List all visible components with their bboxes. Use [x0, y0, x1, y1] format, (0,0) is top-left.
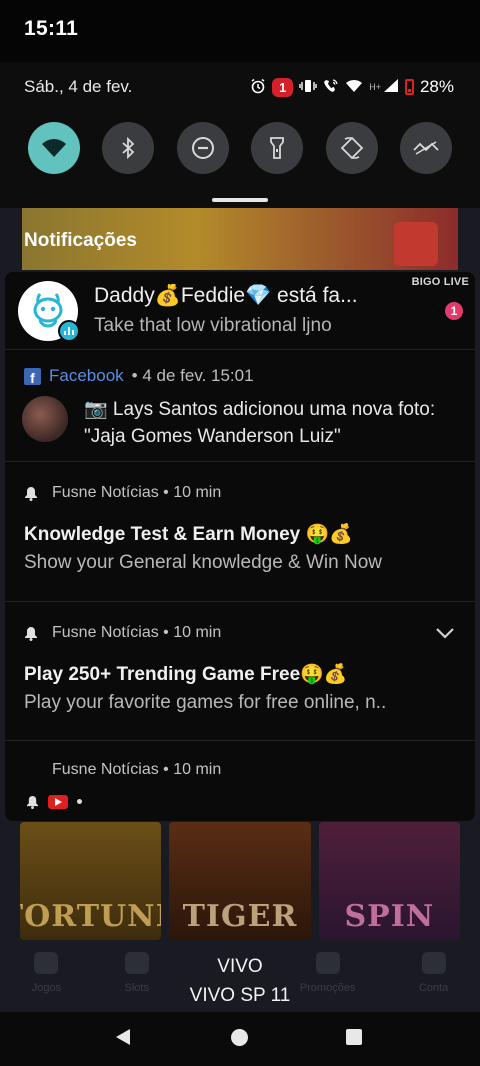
quick-tiles-row [28, 122, 452, 174]
game-tiles: FORTUNE TIGER SPIN [20, 822, 460, 940]
do-not-disturb-tile[interactable] [176, 122, 229, 174]
more-dot-icon [77, 799, 82, 804]
wifi-tile[interactable] [28, 122, 80, 174]
collapsed-notifications[interactable]: Fusne Notícias • 10 min [5, 741, 475, 821]
more-notifications-row[interactable] [25, 794, 82, 809]
game-tile: SPIN [318, 822, 460, 940]
data-saver-tile[interactable] [399, 122, 452, 174]
bluetooth-tile[interactable] [102, 122, 155, 174]
quick-settings-header: Sáb., 4 de fev. 1 H+ 28% [24, 77, 454, 101]
game-tile-label: TIGER [182, 899, 298, 934]
notification-app-name: Fusne Notícias [52, 484, 159, 501]
game-tile: FORTUNE [20, 822, 162, 940]
quick-settings-panel: Sáb., 4 de fev. 1 H+ 28% [0, 62, 480, 208]
auto-rotate-tile[interactable] [325, 122, 378, 174]
bell-icon [25, 794, 39, 809]
status-bar: 15:11 [0, 0, 480, 62]
notification-header: Fusne Notícias • 10 min [24, 624, 221, 642]
battery-icon [404, 79, 414, 95]
data-saver-icon [413, 141, 439, 155]
facebook-notification[interactable]: f Facebook • 4 de fev. 15:01 📷 Lays Sant… [5, 350, 475, 462]
auto-rotate-icon [340, 136, 363, 160]
system-icons: 1 H+ 28% [250, 77, 454, 97]
game-tile-label: FORTUNE [20, 899, 161, 934]
flashlight-tile[interactable] [251, 122, 304, 174]
notification-text: 📷 Lays Santos adicionou uma nova foto: "… [84, 399, 436, 447]
do-not-disturb-icon [191, 137, 214, 159]
notification-title: Daddy💰Feddie💎 está fa... [94, 284, 358, 307]
navigation-bar [0, 1012, 480, 1066]
bigo-live-notification[interactable]: Daddy💰Feddie💎 está fa... Take that low v… [5, 272, 475, 350]
bell-icon [24, 486, 38, 501]
bluetooth-icon [122, 137, 135, 159]
notification-text: Show your General knowledge & Win Now [24, 552, 383, 573]
wifi-icon [42, 139, 66, 157]
notification-time: • 10 min [163, 484, 222, 501]
facebook-icon: f [24, 367, 41, 385]
notification-time: • 10 min [163, 624, 222, 641]
signal-icon [383, 78, 399, 96]
notification-count: 1 [445, 302, 463, 320]
carrier-line-2: VIVO SP 11 [189, 985, 291, 1006]
date-label[interactable]: Sáb., 4 de fev. [24, 77, 132, 96]
wifi-calling-icon [323, 78, 339, 97]
vibrate-icon [299, 79, 317, 96]
battery-percent: 28% [419, 77, 454, 96]
notification-time: • 10 min [163, 761, 222, 778]
fusne-notification[interactable]: Fusne Notícias • 10 min Knowledge Test &… [5, 462, 475, 602]
network-type-label: H+ [369, 82, 381, 92]
notification-header: f Facebook • 4 de fev. 15:01 [24, 366, 254, 386]
carrier-line-1: VIVO [217, 956, 263, 977]
notification-header: Fusne Notícias • 10 min [52, 761, 221, 779]
notification-app-name: Fusne Notícias [52, 624, 159, 641]
notification-app-name: Facebook [49, 366, 124, 385]
notification-text: Play your favorite games for free online… [24, 692, 387, 713]
notification-list: Daddy💰Feddie💎 está fa... Take that low v… [5, 272, 475, 821]
notification-time: • 4 de fev. 15:01 [131, 366, 254, 385]
notification-text: Take that low vibrational ljno [94, 315, 332, 336]
carrier-info: VIVO VIVO SP 11 [0, 952, 480, 1010]
expand-chevron-icon[interactable] [435, 626, 455, 640]
game-tile: TIGER [169, 822, 311, 940]
live-badge-icon [58, 320, 80, 342]
bell-icon [24, 626, 38, 641]
gift-icon [394, 222, 438, 266]
bigo-live-avatar [18, 281, 80, 342]
notification-title: Play 250+ Trending Game Free🤑💰 [24, 664, 348, 685]
sender-avatar [22, 396, 68, 442]
flashlight-icon [270, 137, 285, 159]
wifi-status-icon [345, 79, 363, 96]
notification-count-badge: 1 [272, 77, 294, 97]
notification-app-name: BIGO LIVE [411, 276, 469, 288]
youtube-icon [48, 794, 68, 809]
clock: 15:11 [24, 17, 79, 40]
fusne-notification[interactable]: Fusne Notícias • 10 min Play 250+ Trendi… [5, 602, 475, 741]
alarm-icon [250, 78, 266, 97]
drag-handle[interactable] [212, 198, 268, 202]
back-button[interactable] [114, 1027, 132, 1047]
home-button[interactable] [231, 1029, 248, 1046]
notification-title: Knowledge Test & Earn Money 🤑💰 [24, 524, 353, 545]
notification-header: Fusne Notícias • 10 min [24, 484, 221, 502]
notification-app-name: Fusne Notícias [52, 761, 159, 778]
game-tile-label: SPIN [344, 899, 435, 934]
recents-button[interactable] [346, 1029, 362, 1045]
notifications-section-title: Notificações [24, 230, 137, 251]
